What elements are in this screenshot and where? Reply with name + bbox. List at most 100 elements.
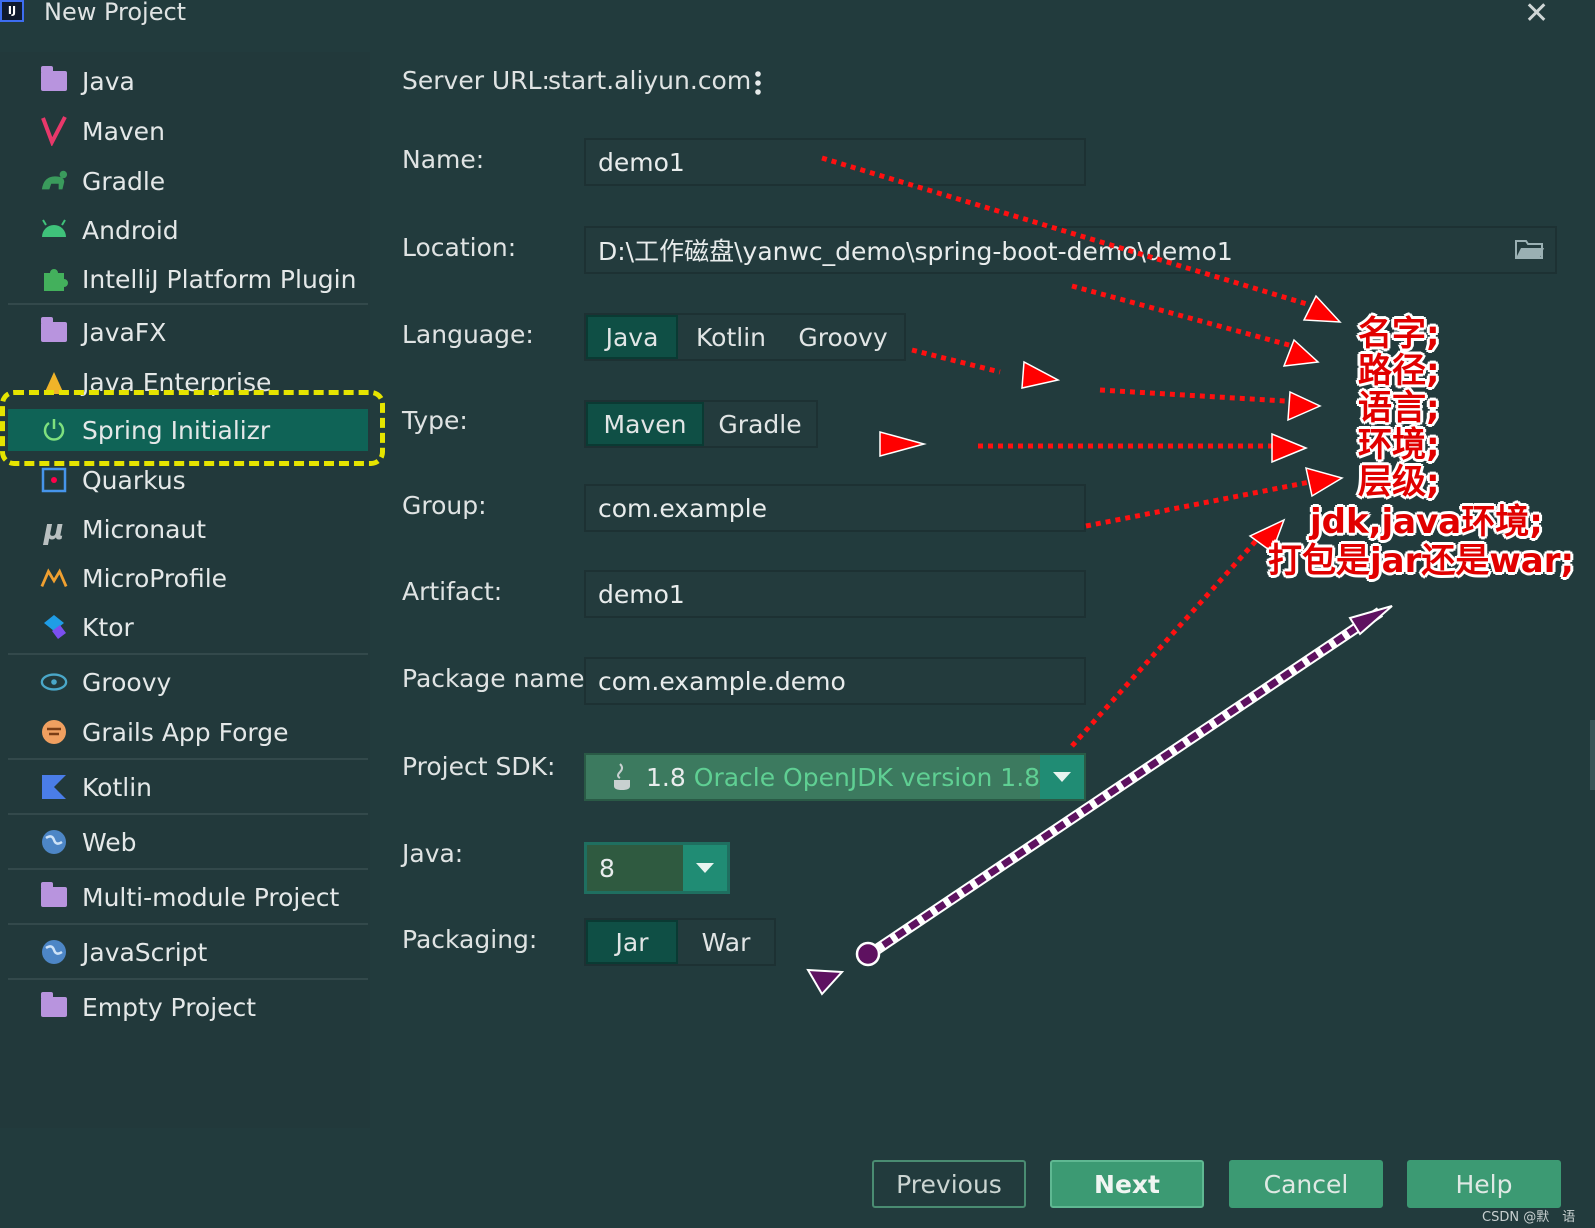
arrowhead xyxy=(1021,360,1061,389)
sidebar-item-maven[interactable]: Maven xyxy=(8,110,368,152)
name-label: Name: xyxy=(402,145,485,174)
sidebar-item-gradle[interactable]: Gradle xyxy=(8,160,368,202)
window-title: New Project xyxy=(44,0,187,26)
gradle-icon xyxy=(40,167,68,195)
sdk-name: Oracle OpenJDK version 1.8.0_ xyxy=(693,762,1077,792)
sidebar-item-label: JavaFX xyxy=(82,317,167,347)
sidebar-item-label: Grails App Forge xyxy=(82,717,289,747)
sdk-version: 1.8 xyxy=(646,762,686,792)
arrowhead xyxy=(1287,390,1322,422)
grails-icon xyxy=(40,718,68,746)
artifact-field[interactable]: demo1 xyxy=(584,570,1086,618)
android-icon xyxy=(40,216,68,244)
language-segmented-control: Java Kotlin Groovy xyxy=(584,313,906,361)
sidebar-item-grails-app-forge[interactable]: Grails App Forge xyxy=(8,711,368,753)
java-enterprise-icon xyxy=(40,368,68,396)
help-button[interactable]: Help xyxy=(1407,1160,1561,1208)
arrow-location xyxy=(1071,283,1301,351)
project-sdk-dropdown[interactable]: 1.8 Oracle OpenJDK version 1.8.0_ xyxy=(584,753,1086,801)
packaging-option-war[interactable]: War xyxy=(678,920,774,964)
language-option-kotlin[interactable]: Kotlin xyxy=(678,315,784,359)
globe-icon xyxy=(40,828,68,856)
arrowhead xyxy=(879,431,927,457)
next-button[interactable]: Next xyxy=(1050,1160,1204,1208)
server-url-value: start.aliyun.com xyxy=(548,66,752,95)
sidebar-item-label: Gradle xyxy=(82,166,166,196)
project-sdk-label: Project SDK: xyxy=(402,752,556,781)
annotation-line: jdk,java环境; xyxy=(1310,502,1543,542)
location-label: Location: xyxy=(402,233,517,262)
globe-icon xyxy=(40,938,68,966)
sidebar-item-label: Kotlin xyxy=(82,772,152,802)
sidebar-item-ktor[interactable]: Ktor xyxy=(8,606,368,648)
arrowhead xyxy=(1305,466,1344,498)
sidebar-item-micronaut[interactable]: μ Micronaut xyxy=(8,508,368,550)
sidebar-item-javafx[interactable]: JavaFX xyxy=(8,311,368,353)
annotation-line: 名字; xyxy=(1358,314,1440,354)
arrowhead xyxy=(1302,294,1342,323)
sidebar-item-label: Empty Project xyxy=(82,992,257,1022)
location-value: D:\工作磁盘\yanwc_demo\spring-boot-demo\demo… xyxy=(598,237,1233,266)
sidebar-item-label: JavaScript xyxy=(82,937,208,967)
java-version-dropdown[interactable]: 8 xyxy=(584,842,730,894)
csdn-watermark: CSDN @默 语 xyxy=(1482,1210,1576,1225)
purple-arrowhead xyxy=(1348,605,1393,636)
sidebar-item-groovy[interactable]: Groovy xyxy=(8,661,368,703)
sidebar-item-web[interactable]: Web xyxy=(8,821,368,863)
name-field[interactable]: demo1 xyxy=(584,138,1086,186)
sidebar-item-kotlin[interactable]: Kotlin xyxy=(8,766,368,808)
micronaut-icon: μ xyxy=(43,512,65,546)
more-vertical-icon[interactable] xyxy=(754,70,762,100)
sidebar-item-android[interactable]: Android xyxy=(8,209,368,251)
sidebar-item-spring-initializr[interactable]: Spring Initializr xyxy=(8,409,368,451)
sidebar-divider xyxy=(8,868,368,870)
annotation-line: 层级; xyxy=(1358,462,1440,502)
groovy-icon xyxy=(40,668,68,696)
arrowhead xyxy=(1271,432,1308,464)
location-field[interactable]: D:\工作磁盘\yanwc_demo\spring-boot-demo\demo… xyxy=(584,226,1557,274)
power-icon xyxy=(40,416,68,444)
sidebar-item-label: Java xyxy=(82,66,135,96)
type-option-gradle[interactable]: Gradle xyxy=(704,402,816,446)
sidebar-item-intellij-platform-plugin[interactable]: IntelliJ Platform Plugin xyxy=(8,258,368,300)
previous-button[interactable]: Previous xyxy=(872,1160,1026,1208)
sidebar-divider xyxy=(8,758,368,760)
sidebar-item-label: Maven xyxy=(82,116,165,146)
close-icon[interactable]: ✕ xyxy=(1524,0,1549,31)
type-label: Type: xyxy=(402,406,468,435)
browse-folder-icon[interactable] xyxy=(1515,238,1545,264)
chevron-down-icon[interactable] xyxy=(683,845,727,891)
title-bar: IJ New Project ✕ xyxy=(0,0,1595,40)
sidebar-item-microprofile[interactable]: MicroProfile xyxy=(8,557,368,599)
chevron-down-icon[interactable] xyxy=(1040,755,1084,799)
language-option-groovy[interactable]: Groovy xyxy=(784,315,902,359)
folder-icon xyxy=(40,317,68,346)
package-name-field[interactable]: com.example.demo xyxy=(584,657,1086,705)
annotation-line: 路径; xyxy=(1358,351,1440,391)
sidebar-item-java[interactable]: Java xyxy=(8,60,368,102)
sidebar-item-empty-project[interactable]: Empty Project xyxy=(8,986,368,1028)
microprofile-icon xyxy=(40,564,68,592)
group-label: Group: xyxy=(402,491,487,520)
arrow-sdk xyxy=(1070,532,1264,748)
sidebar-item-java-enterprise[interactable]: Java Enterprise xyxy=(8,361,368,403)
folder-icon xyxy=(40,882,68,911)
sidebar-divider xyxy=(8,813,368,815)
type-option-maven[interactable]: Maven xyxy=(586,402,704,446)
arrow-language xyxy=(1099,387,1303,405)
sidebar-item-label: Android xyxy=(82,215,179,245)
maven-icon xyxy=(40,116,68,146)
packaging-option-jar[interactable]: Jar xyxy=(586,920,678,964)
sidebar-item-label: Quarkus xyxy=(82,465,186,495)
language-option-java[interactable]: Java xyxy=(586,315,678,359)
scrollbar-thumb[interactable] xyxy=(1590,720,1595,790)
group-field[interactable]: com.example xyxy=(584,484,1086,532)
sidebar-item-label: Web xyxy=(82,827,137,857)
sidebar-item-quarkus[interactable]: Quarkus xyxy=(8,459,368,501)
kotlin-icon xyxy=(40,773,68,801)
sidebar-item-multi-module-project[interactable]: Multi-module Project xyxy=(8,876,368,918)
cancel-button[interactable]: Cancel xyxy=(1229,1160,1383,1208)
sidebar-item-javascript[interactable]: JavaScript xyxy=(8,931,368,973)
annotation-line: 语言; xyxy=(1358,388,1440,428)
java-label: Java: xyxy=(402,839,464,868)
